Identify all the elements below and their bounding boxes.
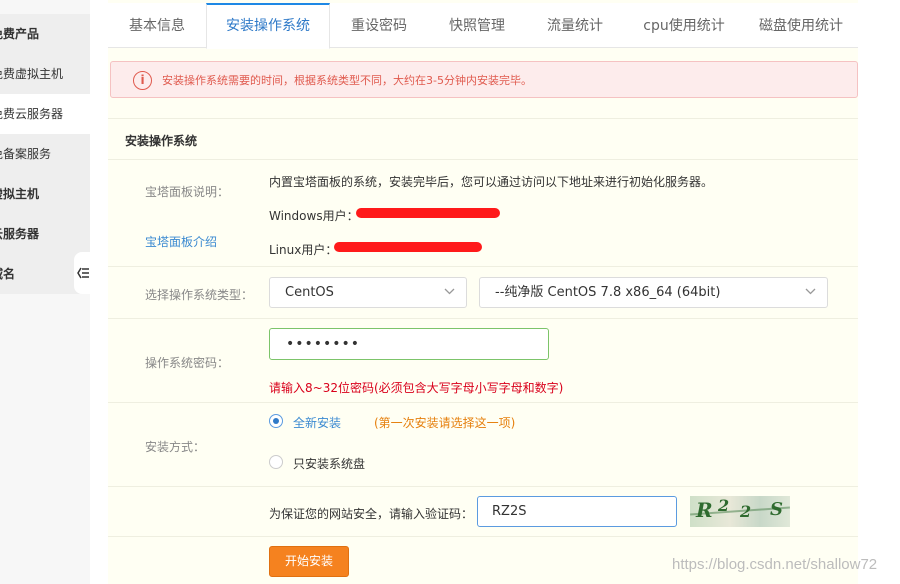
tab-label: cpu使用统计 xyxy=(643,18,725,34)
tab-basic-info[interactable]: 基本信息 xyxy=(108,3,206,48)
captcha-char: R xyxy=(696,498,713,522)
tab-traffic-stats[interactable]: 流量统计 xyxy=(526,3,624,48)
divider xyxy=(108,118,858,119)
start-install-button[interactable]: 开始安装 xyxy=(269,546,349,577)
captcha-char: 2 xyxy=(740,502,752,521)
tab-label: 磁盘使用统计 xyxy=(759,18,843,34)
sidebar-item-label: 免费云服务器 xyxy=(0,107,64,121)
captcha-image[interactable]: R 2 2 S xyxy=(690,496,790,527)
section-title: 安装操作系统 xyxy=(125,134,198,148)
sidebar-item-free-products[interactable]: 免费产品 xyxy=(0,14,90,54)
tab-cpu-stats[interactable]: cpu使用统计 xyxy=(624,3,744,48)
radio-fresh-install[interactable] xyxy=(269,414,283,428)
tab-disk-stats[interactable]: 磁盘使用统计 xyxy=(744,3,858,48)
divider xyxy=(108,486,858,487)
tab-label: 快照管理 xyxy=(449,18,505,34)
windows-user-label: Windows用户： xyxy=(269,209,359,223)
os-version-value: --纯净版 CentOS 7.8 x86_64 (64bit) xyxy=(495,285,721,300)
captcha-input[interactable]: RZ2S xyxy=(477,496,677,527)
sidebar-item-no-filing-service[interactable]: 免备案服务 xyxy=(0,134,90,174)
os-version-select[interactable]: --纯净版 CentOS 7.8 x86_64 (64bit) xyxy=(479,277,828,308)
sidebar-item-label: 域名 xyxy=(0,267,16,281)
os-type-select[interactable]: CentOS xyxy=(269,277,467,308)
divider xyxy=(108,266,858,267)
captcha-char: S xyxy=(770,499,783,520)
install-time-alert: i 安装操作系统需要的时间，根据系统类型不同，大约在3-5分钟内安装完毕。 xyxy=(110,61,858,98)
captcha-label: 为保证您的网站安全，请输入验证码： xyxy=(269,507,474,521)
tab-label: 流量统计 xyxy=(547,18,603,34)
os-type-label: 选择操作系统类型： xyxy=(145,288,254,302)
panel-description-label: 宝塔面板说明： xyxy=(145,185,230,199)
sidebar-item-label: 免费产品 xyxy=(0,27,40,41)
alert-text: 安装操作系统需要的时间，根据系统类型不同，大约在3-5分钟内安装完毕。 xyxy=(162,74,532,87)
sidebar-item-cloud-server[interactable]: 云服务器 xyxy=(0,214,90,254)
divider xyxy=(108,318,858,319)
divider xyxy=(108,159,858,160)
tab-bar: 基本信息 安装操作系统 重设密码 快照管理 流量统计 cpu使用统计 磁盘使用统… xyxy=(108,3,858,49)
tab-label: 安装操作系统 xyxy=(226,18,310,34)
fresh-install-label[interactable]: 全新安装 xyxy=(293,414,341,431)
fresh-install-hint: (第一次安装请选择这一项) xyxy=(374,416,516,430)
captcha-char: 2 xyxy=(718,496,730,515)
radio-system-disk-only[interactable] xyxy=(269,455,283,469)
divider xyxy=(108,402,858,403)
panel-intro-link[interactable]: 宝塔面板介绍 xyxy=(145,233,217,250)
tab-label: 重设密码 xyxy=(351,18,407,34)
password-error: 请输入8~32位密码(必须包含大写字母小写字母和数字) xyxy=(269,381,564,395)
tab-install-os[interactable]: 安装操作系统 xyxy=(206,3,330,49)
redacted-windows-url xyxy=(356,208,500,218)
os-password-input[interactable]: •••••••• xyxy=(269,328,549,360)
main-panel: 基本信息 安装操作系统 重设密码 快照管理 流量统计 cpu使用统计 磁盘使用统… xyxy=(108,0,858,584)
panel-description-text: 内置宝塔面板的系统，安装完毕后，您可以通过访问以下地址来进行初始化服务器。 xyxy=(269,175,714,189)
install-mode-label: 安装方式： xyxy=(145,440,206,454)
watermark: https://blog.csdn.net/shallow72 xyxy=(672,556,878,573)
tab-snapshot[interactable]: 快照管理 xyxy=(428,3,526,48)
sidebar-item-free-cloud-server[interactable]: 免费云服务器 xyxy=(0,94,90,134)
os-type-value: CentOS xyxy=(285,285,334,300)
tab-reset-password[interactable]: 重设密码 xyxy=(330,3,428,48)
sidebar-item-label: 虚拟主机 xyxy=(0,187,40,201)
sidebar-item-label: 免费虚拟主机 xyxy=(0,67,64,81)
sidebar-item-label: 云服务器 xyxy=(0,227,40,241)
collapse-menu-icon[interactable] xyxy=(77,266,89,280)
redacted-linux-url xyxy=(334,242,482,252)
linux-user-label: Linux用户： xyxy=(269,243,338,257)
sidebar: 免费产品 免费虚拟主机 免费云服务器 免备案服务 虚拟主机 云服务器 域名 xyxy=(0,0,90,584)
chevron-down-icon xyxy=(444,286,455,296)
sidebar-item-virtual-host[interactable]: 虚拟主机 xyxy=(0,174,90,214)
password-label: 操作系统密码： xyxy=(145,356,230,370)
system-disk-only-label[interactable]: 只安装系统盘 xyxy=(293,455,365,472)
sidebar-item-free-virtual-host[interactable]: 免费虚拟主机 xyxy=(0,54,90,94)
info-icon: i xyxy=(133,71,152,90)
chevron-down-icon xyxy=(805,286,816,296)
sidebar-item-label: 免备案服务 xyxy=(0,147,52,161)
divider xyxy=(108,536,858,537)
tab-label: 基本信息 xyxy=(129,18,185,34)
